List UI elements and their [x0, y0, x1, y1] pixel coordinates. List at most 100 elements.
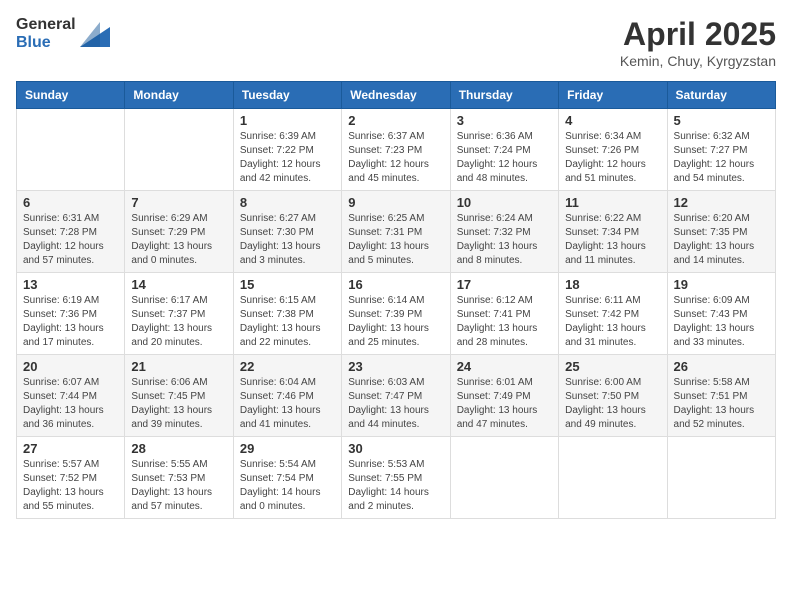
weekday-header-row: SundayMondayTuesdayWednesdayThursdayFrid… — [17, 82, 776, 109]
weekday-header-friday: Friday — [559, 82, 667, 109]
empty-cell — [17, 109, 125, 191]
day-number: 7 — [131, 195, 226, 210]
day-info: Sunrise: 6:11 AM Sunset: 7:42 PM Dayligh… — [565, 294, 660, 350]
logo: General Blue — [16, 16, 110, 52]
day-cell-16: 16 Sunrise: 6:14 AM Sunset: 7:39 PM Dayli… — [342, 273, 450, 355]
day-number: 16 — [348, 277, 443, 292]
empty-cell — [125, 109, 233, 191]
day-info: Sunrise: 6:09 AM Sunset: 7:43 PM Dayligh… — [674, 294, 769, 350]
day-info: Sunrise: 5:53 AM Sunset: 7:55 PM Dayligh… — [348, 458, 443, 514]
calendar-table: SundayMondayTuesdayWednesdayThursdayFrid… — [16, 81, 776, 519]
weekday-header-sunday: Sunday — [17, 82, 125, 109]
day-cell-28: 28 Sunrise: 5:55 AM Sunset: 7:53 PM Dayli… — [125, 437, 233, 519]
day-info: Sunrise: 5:57 AM Sunset: 7:52 PM Dayligh… — [23, 458, 118, 514]
day-number: 5 — [674, 113, 769, 128]
day-cell-10: 10 Sunrise: 6:24 AM Sunset: 7:32 PM Dayli… — [450, 191, 558, 273]
day-cell-13: 13Sunrise: 6:19 AM Sunset: 7:36 PM Dayli… — [17, 273, 125, 355]
day-cell-12: 12 Sunrise: 6:20 AM Sunset: 7:35 PM Dayli… — [667, 191, 775, 273]
day-number: 20 — [23, 359, 118, 374]
day-number: 17 — [457, 277, 552, 292]
day-info: Sunrise: 6:34 AM Sunset: 7:26 PM Dayligh… — [565, 130, 660, 186]
week-row-1: 1Sunrise: 6:39 AM Sunset: 7:22 PM Daylig… — [17, 109, 776, 191]
day-number: 6 — [23, 195, 118, 210]
day-info: Sunrise: 6:06 AM Sunset: 7:45 PM Dayligh… — [131, 376, 226, 432]
day-number: 12 — [674, 195, 769, 210]
day-number: 25 — [565, 359, 660, 374]
day-info: Sunrise: 6:22 AM Sunset: 7:34 PM Dayligh… — [565, 212, 660, 268]
day-info: Sunrise: 6:29 AM Sunset: 7:29 PM Dayligh… — [131, 212, 226, 268]
day-info: Sunrise: 5:54 AM Sunset: 7:54 PM Dayligh… — [240, 458, 335, 514]
day-info: Sunrise: 6:24 AM Sunset: 7:32 PM Dayligh… — [457, 212, 552, 268]
empty-cell — [559, 437, 667, 519]
day-number: 30 — [348, 441, 443, 456]
day-info: Sunrise: 6:20 AM Sunset: 7:35 PM Dayligh… — [674, 212, 769, 268]
day-number: 2 — [348, 113, 443, 128]
month-title: April 2025 — [620, 16, 776, 53]
day-cell-17: 17 Sunrise: 6:12 AM Sunset: 7:41 PM Dayli… — [450, 273, 558, 355]
day-number: 22 — [240, 359, 335, 374]
day-number: 15 — [240, 277, 335, 292]
day-info: Sunrise: 6:27 AM Sunset: 7:30 PM Dayligh… — [240, 212, 335, 268]
title-block: April 2025 Kemin, Chuy, Kyrgyzstan — [620, 16, 776, 69]
day-cell-7: 7 Sunrise: 6:29 AM Sunset: 7:29 PM Daylig… — [125, 191, 233, 273]
day-cell-20: 20 Sunrise: 6:07 AM Sunset: 7:44 PM Dayli… — [17, 355, 125, 437]
logo-general: General — [16, 16, 76, 34]
weekday-header-thursday: Thursday — [450, 82, 558, 109]
day-info: Sunrise: 6:07 AM Sunset: 7:44 PM Dayligh… — [23, 376, 118, 432]
day-number: 4 — [565, 113, 660, 128]
day-info: Sunrise: 6:31 AM Sunset: 7:28 PM Dayligh… — [23, 212, 118, 268]
day-info: Sunrise: 6:00 AM Sunset: 7:50 PM Dayligh… — [565, 376, 660, 432]
day-info: Sunrise: 6:17 AM Sunset: 7:37 PM Dayligh… — [131, 294, 226, 350]
day-cell-19: 19 Sunrise: 6:09 AM Sunset: 7:43 PM Dayli… — [667, 273, 775, 355]
day-number: 28 — [131, 441, 226, 456]
day-number: 13 — [23, 277, 118, 292]
week-row-2: 6 Sunrise: 6:31 AM Sunset: 7:28 PM Daylig… — [17, 191, 776, 273]
day-info: Sunrise: 6:04 AM Sunset: 7:46 PM Dayligh… — [240, 376, 335, 432]
day-info: Sunrise: 5:55 AM Sunset: 7:53 PM Dayligh… — [131, 458, 226, 514]
day-info: Sunrise: 6:32 AM Sunset: 7:27 PM Dayligh… — [674, 130, 769, 186]
empty-cell — [450, 437, 558, 519]
day-number: 10 — [457, 195, 552, 210]
day-cell-26: 26Sunrise: 5:58 AM Sunset: 7:51 PM Dayli… — [667, 355, 775, 437]
day-info: Sunrise: 6:37 AM Sunset: 7:23 PM Dayligh… — [348, 130, 443, 186]
day-cell-25: 25 Sunrise: 6:00 AM Sunset: 7:50 PM Dayli… — [559, 355, 667, 437]
day-cell-24: 24Sunrise: 6:01 AM Sunset: 7:49 PM Dayli… — [450, 355, 558, 437]
day-cell-15: 15Sunrise: 6:15 AM Sunset: 7:38 PM Dayli… — [233, 273, 341, 355]
day-cell-27: 27 Sunrise: 5:57 AM Sunset: 7:52 PM Dayli… — [17, 437, 125, 519]
day-number: 14 — [131, 277, 226, 292]
day-number: 23 — [348, 359, 443, 374]
day-cell-3: 3 Sunrise: 6:36 AM Sunset: 7:24 PM Daylig… — [450, 109, 558, 191]
day-cell-1: 1Sunrise: 6:39 AM Sunset: 7:22 PM Daylig… — [233, 109, 341, 191]
day-info: Sunrise: 6:36 AM Sunset: 7:24 PM Dayligh… — [457, 130, 552, 186]
day-info: Sunrise: 6:12 AM Sunset: 7:41 PM Dayligh… — [457, 294, 552, 350]
day-cell-4: 4 Sunrise: 6:34 AM Sunset: 7:26 PM Daylig… — [559, 109, 667, 191]
logo-blue: Blue — [16, 34, 76, 52]
day-info: Sunrise: 6:25 AM Sunset: 7:31 PM Dayligh… — [348, 212, 443, 268]
day-cell-6: 6 Sunrise: 6:31 AM Sunset: 7:28 PM Daylig… — [17, 191, 125, 273]
day-info: Sunrise: 5:58 AM Sunset: 7:51 PM Dayligh… — [674, 376, 769, 432]
day-cell-30: 30 Sunrise: 5:53 AM Sunset: 7:55 PM Dayli… — [342, 437, 450, 519]
day-number: 27 — [23, 441, 118, 456]
day-number: 19 — [674, 277, 769, 292]
weekday-header-monday: Monday — [125, 82, 233, 109]
day-number: 3 — [457, 113, 552, 128]
day-info: Sunrise: 6:03 AM Sunset: 7:47 PM Dayligh… — [348, 376, 443, 432]
day-cell-21: 21 Sunrise: 6:06 AM Sunset: 7:45 PM Dayli… — [125, 355, 233, 437]
day-cell-2: 2 Sunrise: 6:37 AM Sunset: 7:23 PM Daylig… — [342, 109, 450, 191]
day-info: Sunrise: 6:14 AM Sunset: 7:39 PM Dayligh… — [348, 294, 443, 350]
day-number: 24 — [457, 359, 552, 374]
week-row-4: 20 Sunrise: 6:07 AM Sunset: 7:44 PM Dayli… — [17, 355, 776, 437]
day-cell-8: 8 Sunrise: 6:27 AM Sunset: 7:30 PM Daylig… — [233, 191, 341, 273]
page-header: General Blue April 2025 Kemin, Chuy, Kyr… — [16, 16, 776, 69]
weekday-header-tuesday: Tuesday — [233, 82, 341, 109]
day-info: Sunrise: 6:39 AM Sunset: 7:22 PM Dayligh… — [240, 130, 335, 186]
day-cell-18: 18 Sunrise: 6:11 AM Sunset: 7:42 PM Dayli… — [559, 273, 667, 355]
day-number: 21 — [131, 359, 226, 374]
day-cell-14: 14 Sunrise: 6:17 AM Sunset: 7:37 PM Dayli… — [125, 273, 233, 355]
day-number: 18 — [565, 277, 660, 292]
weekday-header-wednesday: Wednesday — [342, 82, 450, 109]
day-cell-22: 22 Sunrise: 6:04 AM Sunset: 7:46 PM Dayli… — [233, 355, 341, 437]
day-number: 9 — [348, 195, 443, 210]
day-number: 8 — [240, 195, 335, 210]
day-cell-9: 9 Sunrise: 6:25 AM Sunset: 7:31 PM Daylig… — [342, 191, 450, 273]
